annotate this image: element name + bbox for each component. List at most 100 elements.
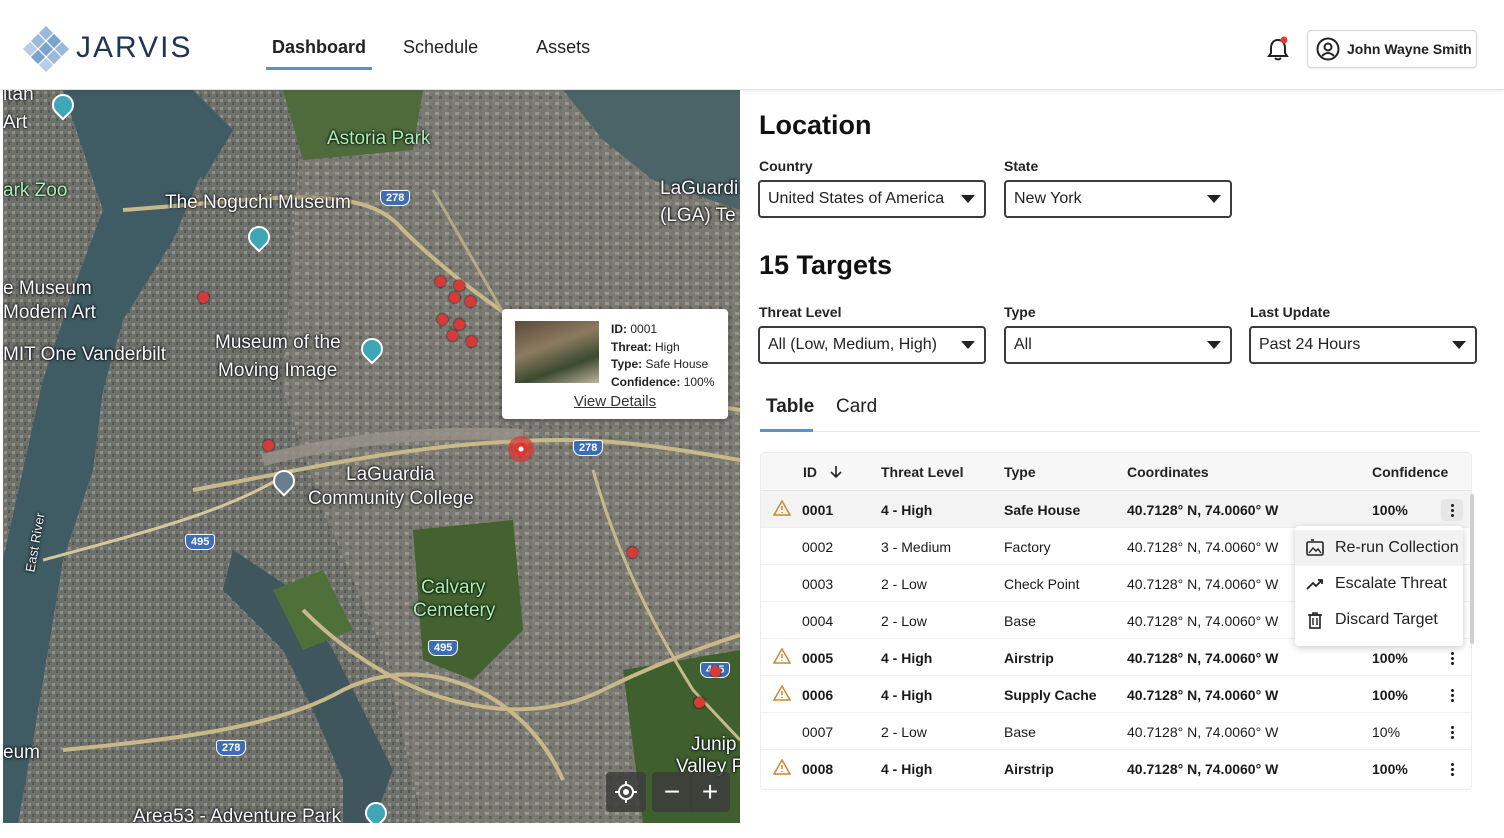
- target-dot[interactable]: [627, 547, 638, 558]
- row-type: Supply Cache: [1004, 687, 1097, 703]
- highway-shield: 278: [216, 740, 247, 756]
- tab-card[interactable]: Card: [836, 396, 877, 418]
- menu-item-label: Escalate Threat: [1335, 575, 1447, 592]
- user-menu-button[interactable]: John Wayne Smith: [1307, 30, 1477, 68]
- satellite-map[interactable]: itan Art Astoria Park ark Zoo The Noguch…: [3, 90, 740, 823]
- user-name: John Wayne Smith: [1347, 41, 1472, 57]
- row-id: 0007: [802, 724, 834, 740]
- popup-id-label: ID:: [611, 322, 627, 336]
- column-threat-level[interactable]: Threat Level: [881, 464, 963, 480]
- filters-panel: Location Country United States of Americ…: [740, 90, 1504, 838]
- warning-icon: [773, 500, 791, 516]
- target-dot[interactable]: [437, 314, 448, 325]
- map-label: Moving Image: [218, 360, 338, 381]
- popup-threat-label: Threat:: [611, 339, 652, 354]
- map-label: itan: [3, 90, 34, 105]
- row-coordinates: 40.7128° N, 74.0060° W: [1127, 576, 1279, 592]
- threat-level-select[interactable]: All (Low, Medium, High): [758, 326, 986, 364]
- table-row[interactable]: 0006 4 - High Supply Cache 40.7128° N, 7…: [761, 676, 1471, 713]
- popup-id: 0001: [630, 322, 658, 336]
- map-label: Cemetery: [413, 600, 496, 621]
- column-confidence[interactable]: Confidence: [1372, 464, 1448, 480]
- tab-table[interactable]: Table: [766, 396, 814, 418]
- target-dot[interactable]: [466, 336, 477, 347]
- nav-schedule[interactable]: Schedule: [397, 0, 484, 90]
- zoom-out-button[interactable]: −: [652, 772, 692, 812]
- target-dot[interactable]: [454, 280, 465, 291]
- row-more-options-icon[interactable]: [1441, 499, 1463, 521]
- notification-bell-icon[interactable]: [1266, 36, 1290, 62]
- target-dot[interactable]: [710, 666, 721, 677]
- row-id: 0008: [802, 761, 834, 777]
- row-threat: 2 - Low: [881, 613, 927, 629]
- locate-button[interactable]: [606, 772, 646, 812]
- threat-level-label: Threat Level: [759, 304, 842, 320]
- row-threat: 4 - High: [881, 502, 933, 518]
- view-details-link[interactable]: View Details: [502, 393, 728, 410]
- row-confidence: 10%: [1372, 724, 1401, 740]
- active-tab-indicator: [760, 429, 813, 432]
- map-label: ark Zoo: [3, 180, 68, 201]
- row-coordinates: 40.7128° N, 74.0060° W: [1127, 650, 1279, 666]
- locate-icon: [615, 781, 637, 803]
- row-id: 0002: [802, 539, 834, 555]
- target-dot[interactable]: [454, 319, 465, 330]
- country-value: United States of America: [768, 190, 945, 207]
- row-context-menu: Re-run Collection Escalate Threat Discar…: [1295, 526, 1463, 646]
- row-more-options-icon[interactable]: [1441, 758, 1463, 780]
- last-update-select[interactable]: Past 24 Hours: [1249, 326, 1477, 364]
- nav-dashboard[interactable]: Dashboard: [266, 0, 373, 90]
- chevron-down-icon: [1452, 341, 1466, 349]
- type-select[interactable]: All: [1004, 326, 1232, 364]
- selected-target-marker[interactable]: [508, 436, 534, 462]
- table-header: ID Threat Level Type Coordinates Confide…: [761, 453, 1471, 491]
- row-type: Airstrip: [1004, 650, 1054, 666]
- row-id: 0001: [802, 502, 834, 518]
- app-logo[interactable]: JARVIS: [22, 24, 193, 72]
- map-label: eum: [3, 742, 40, 763]
- target-dot[interactable]: [263, 440, 274, 451]
- row-type: Factory: [1004, 539, 1051, 555]
- table-row[interactable]: 0001 4 - High Safe House 40.7128° N, 74.…: [761, 491, 1471, 528]
- rerun-image-icon: [1306, 539, 1324, 556]
- row-coordinates: 40.7128° N, 74.0060° W: [1127, 613, 1279, 629]
- target-dot[interactable]: [447, 330, 458, 341]
- state-select[interactable]: New York: [1004, 180, 1232, 218]
- column-coordinates[interactable]: Coordinates: [1127, 464, 1209, 480]
- zoom-in-button[interactable]: +: [690, 772, 730, 812]
- sort-arrow-down-icon[interactable]: [829, 465, 843, 479]
- nav-assets[interactable]: Assets: [530, 0, 596, 90]
- popup-threat: High: [655, 339, 680, 354]
- target-dot[interactable]: [465, 296, 476, 307]
- type-label: Type: [1004, 304, 1036, 320]
- row-coordinates: 40.7128° N, 74.0060° W: [1127, 687, 1279, 703]
- target-popup: ID: 0001 Threat: High Type: Safe House C…: [502, 309, 728, 419]
- country-select[interactable]: United States of America: [758, 180, 986, 218]
- target-dot[interactable]: [198, 292, 209, 303]
- target-dot[interactable]: [449, 292, 460, 303]
- column-id[interactable]: ID: [803, 464, 843, 480]
- app-name: JARVIS: [76, 31, 193, 64]
- row-more-options-icon[interactable]: [1441, 721, 1463, 743]
- row-type: Base: [1004, 613, 1036, 629]
- last-update-label: Last Update: [1250, 304, 1331, 320]
- column-type[interactable]: Type: [1004, 464, 1036, 480]
- target-dot[interactable]: [435, 276, 446, 287]
- target-dot[interactable]: [694, 697, 705, 708]
- row-more-options-icon[interactable]: [1441, 647, 1463, 669]
- row-threat: 2 - Low: [881, 576, 927, 592]
- map-label: (LGA) Te: [660, 205, 736, 226]
- country-label: Country: [759, 158, 813, 174]
- map-label: Astoria Park: [327, 128, 431, 149]
- table-row[interactable]: 0007 2 - Low Base 40.7128° N, 74.0060° W…: [761, 713, 1471, 750]
- menu-escalate-threat[interactable]: Escalate Threat: [1295, 566, 1463, 602]
- row-coordinates: 40.7128° N, 74.0060° W: [1127, 502, 1279, 518]
- menu-discard-target[interactable]: Discard Target: [1295, 602, 1463, 638]
- row-more-options-icon[interactable]: [1441, 684, 1463, 706]
- row-coordinates: 40.7128° N, 74.0060° W: [1127, 724, 1279, 740]
- table-row[interactable]: 0008 4 - High Airstrip 40.7128° N, 74.00…: [761, 750, 1471, 787]
- target-thumbnail: [515, 321, 599, 383]
- state-value: New York: [1014, 190, 1082, 207]
- menu-rerun-collection[interactable]: Re-run Collection: [1295, 530, 1463, 566]
- table-scrollbar[interactable]: [1470, 494, 1474, 644]
